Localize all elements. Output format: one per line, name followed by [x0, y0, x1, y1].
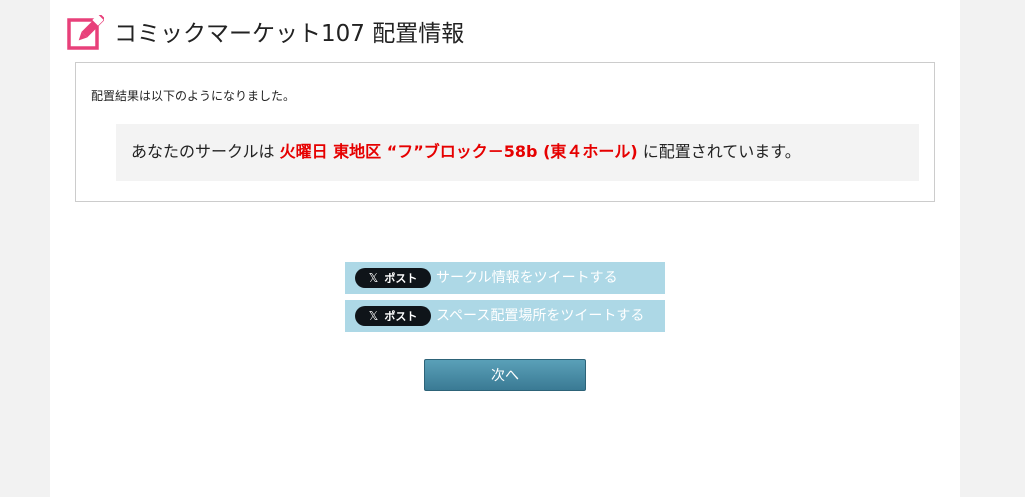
result-suffix: に配置されています。: [637, 142, 801, 161]
placement-info-box: 配置結果は以下のようになりました。 あなたのサークルは 火曜日 東地区 “フ”ブ…: [75, 62, 935, 202]
x-logo-icon: 𝕏: [368, 309, 379, 323]
edit-icon: [66, 13, 106, 53]
main-content: コミックマーケット107 配置情報 配置結果は以下のようになりました。 あなたの…: [50, 0, 960, 497]
x-logo-icon: 𝕏: [368, 271, 379, 285]
x-post-badge: 𝕏 ポスト: [355, 268, 431, 288]
result-intro-text: 配置結果は以下のようになりました。: [91, 89, 296, 103]
tweet-space-label: スペース配置場所をツイートする: [436, 308, 645, 324]
tweet-circle-info-button[interactable]: 𝕏 ポスト サークル情報をツイートする: [345, 262, 665, 294]
tweet-circle-label: サークル情報をツイートする: [436, 270, 618, 286]
post-label: ポスト: [384, 310, 418, 323]
page-title: コミックマーケット107 配置情報: [114, 21, 465, 47]
result-prefix: あなたのサークルは: [131, 142, 280, 161]
placement-result-line: あなたのサークルは 火曜日 東地区 “フ”ブロック－58b (東４ホール) に配…: [131, 141, 801, 163]
x-post-badge: 𝕏 ポスト: [355, 306, 431, 326]
tweet-space-location-button[interactable]: 𝕏 ポスト スペース配置場所をツイートする: [345, 300, 665, 332]
post-label: ポスト: [384, 272, 418, 285]
result-panel: あなたのサークルは 火曜日 東地区 “フ”ブロック－58b (東４ホール) に配…: [116, 124, 919, 181]
placement-location: 火曜日 東地区 “フ”ブロック－58b (東４ホール): [279, 142, 638, 161]
next-button[interactable]: 次へ: [424, 359, 586, 391]
page-header: コミックマーケット107 配置情報: [66, 13, 465, 54]
